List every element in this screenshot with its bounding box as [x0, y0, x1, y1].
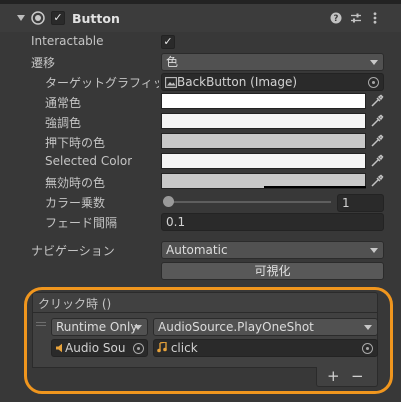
- eyedropper-icon[interactable]: [370, 154, 384, 168]
- navigation-value: Automatic: [166, 243, 228, 257]
- transition-value: 色: [166, 55, 179, 69]
- slider-thumb[interactable]: [163, 196, 174, 207]
- color-multiplier-field[interactable]: 1: [337, 194, 384, 212]
- image-asset-icon: [165, 77, 177, 88]
- target-graphic-label: ターゲットグラフィッ: [45, 76, 159, 90]
- normal-color-label: 通常色: [45, 96, 82, 110]
- alpha-bar: [264, 186, 366, 188]
- color-multiplier-slider[interactable]: [163, 195, 331, 209]
- svg-text:?: ?: [334, 14, 339, 24]
- interactable-checkbox[interactable]: ✓: [161, 35, 175, 49]
- eyedropper-icon[interactable]: [370, 134, 384, 148]
- more-vertical-icon[interactable]: [371, 12, 379, 24]
- foldout-arrow-icon[interactable]: [17, 15, 25, 21]
- chevron-down-icon: [370, 248, 378, 253]
- slider-track: [165, 201, 331, 203]
- fade-duration-field[interactable]: 0.1: [161, 213, 384, 231]
- highlighted-color-swatch[interactable]: [161, 113, 366, 129]
- pressed-color-swatch[interactable]: [161, 133, 366, 149]
- component-enabled-checkbox[interactable]: ✓: [51, 11, 65, 25]
- button-component-icon: [31, 11, 45, 25]
- navigation-label: ナビゲーション: [31, 244, 115, 258]
- selected-color-swatch[interactable]: [161, 153, 366, 169]
- help-icon[interactable]: ?: [330, 12, 342, 24]
- component-title: Button: [72, 11, 120, 26]
- settings-sliders-icon[interactable]: [350, 12, 362, 24]
- color-multiplier-label: カラー乗数: [45, 196, 106, 210]
- component-header[interactable]: ✓ Button ?: [0, 4, 401, 32]
- transition-label: 遷移: [31, 56, 56, 70]
- normal-color-swatch[interactable]: [161, 93, 366, 109]
- eyedropper-icon[interactable]: [370, 174, 384, 188]
- transition-dropdown[interactable]: 色: [161, 53, 384, 71]
- target-graphic-field[interactable]: BackButton (Image): [161, 73, 384, 91]
- pressed-color-label: 押下時の色: [45, 136, 106, 150]
- disabled-color-swatch[interactable]: [161, 173, 366, 189]
- highlighted-color-label: 強調色: [45, 116, 82, 130]
- navigation-dropdown[interactable]: Automatic: [161, 241, 384, 259]
- fade-duration-label: フェード間隔: [45, 216, 118, 230]
- selected-color-label: Selected Color: [45, 154, 133, 168]
- chevron-down-icon: [370, 60, 378, 65]
- eyedropper-icon[interactable]: [370, 114, 384, 128]
- highlight-outline: [24, 287, 393, 394]
- eyedropper-icon[interactable]: [370, 94, 384, 108]
- target-graphic-value: BackButton (Image): [177, 75, 298, 89]
- object-picker-icon[interactable]: [368, 77, 379, 88]
- disabled-color-label: 無効時の色: [45, 176, 106, 190]
- interactable-label: Interactable: [31, 34, 104, 48]
- visualize-button[interactable]: 可視化: [161, 262, 384, 280]
